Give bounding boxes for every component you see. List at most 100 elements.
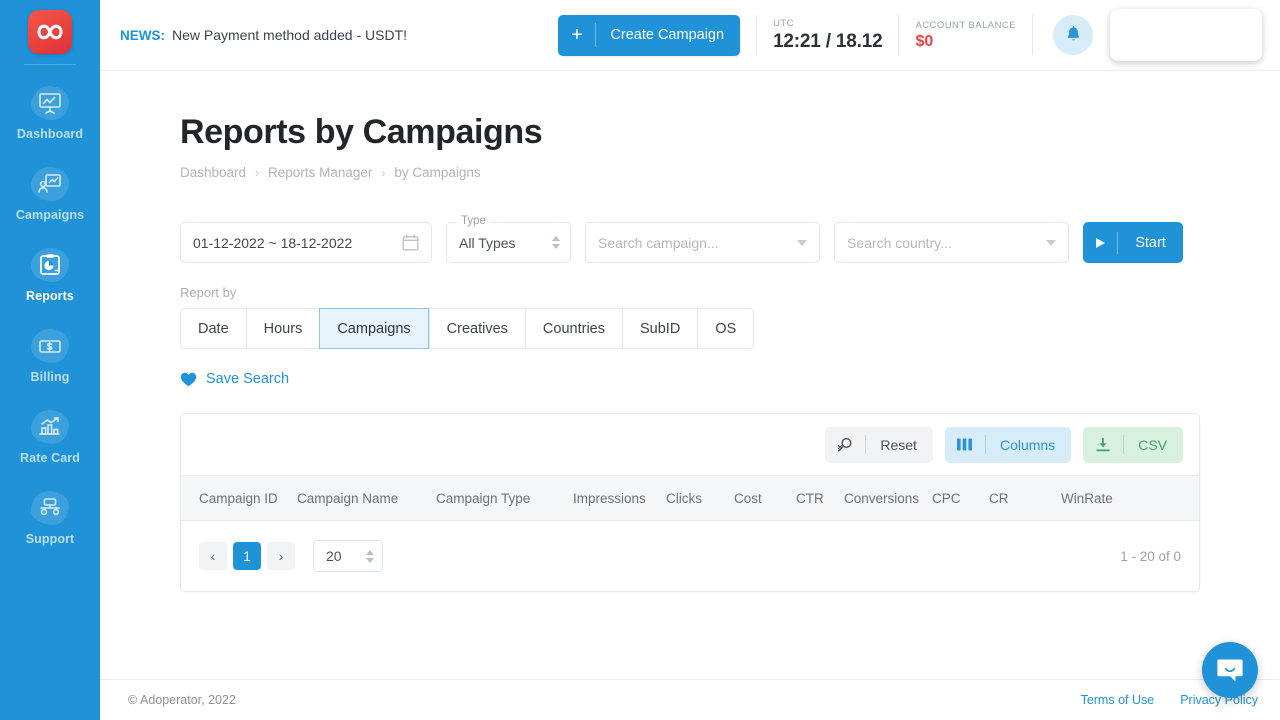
tab-os[interactable]: OS — [697, 308, 755, 349]
filters-bar: 01-12-2022 ~ 18-12-2022 Type All Types S… — [180, 215, 1280, 263]
date-range-picker[interactable]: 01-12-2022 ~ 18-12-2022 — [180, 222, 432, 263]
breadcrumb: Dashboard › Reports Manager › by Campaig… — [180, 165, 1280, 180]
rows-per-page-value: 20 — [326, 548, 342, 564]
chevron-down-icon — [797, 239, 807, 246]
presentation-chart-icon — [27, 84, 73, 122]
save-search-button[interactable]: Save Search — [180, 371, 289, 387]
table-header-row: Campaign ID Campaign Name Campaign Type … — [181, 475, 1199, 521]
save-search-label: Save Search — [206, 371, 290, 387]
sidebar-item-rate-card[interactable]: Rate Card — [0, 395, 100, 476]
column-header-winrate[interactable]: WinRate — [1061, 491, 1113, 506]
column-header-clicks[interactable]: Clicks — [666, 491, 734, 506]
create-campaign-label: Create Campaign — [610, 27, 725, 43]
user-menu-card[interactable] — [1110, 9, 1262, 61]
csv-export-label: CSV — [1138, 436, 1167, 453]
sidebar-item-label: Dashboard — [16, 127, 84, 141]
sidebar-item-billing[interactable]: Billing — [0, 314, 100, 395]
breadcrumb-item-reports-manager[interactable]: Reports Manager — [268, 165, 372, 180]
tab-creatives[interactable]: Creatives — [428, 308, 525, 349]
bell-icon — [1067, 26, 1079, 41]
news-banner: NEWS: New Payment method added - USDT! — [120, 27, 407, 43]
date-range-value: 01-12-2022 ~ 18-12-2022 — [193, 234, 353, 251]
column-header-conversions[interactable]: Conversions — [844, 491, 932, 506]
pagination-page-1[interactable]: 1 — [233, 542, 261, 570]
plus-icon: + — [558, 23, 597, 47]
chat-widget-button[interactable] — [1202, 642, 1258, 698]
reset-button-label: Reset — [880, 436, 917, 453]
terms-of-use-link[interactable]: Terms of Use — [1081, 693, 1155, 707]
sidebar-item-label: Campaigns — [15, 208, 85, 222]
type-select-value: All Types — [459, 234, 516, 251]
topbar-right: + Create Campaign UTC 12:21 / 18.12 ACCO… — [558, 9, 1262, 61]
utc-caption: UTC — [773, 17, 794, 29]
headset-support-icon — [27, 489, 73, 527]
tab-subid[interactable]: SubID — [621, 308, 698, 349]
heart-icon — [180, 372, 197, 386]
sidebar-divider — [24, 64, 76, 65]
campaign-search-placeholder: Search campaign... — [598, 234, 719, 251]
banknote-icon — [27, 327, 73, 365]
type-select-legend: Type — [457, 215, 490, 227]
pagination-prev-button[interactable]: ‹ — [199, 542, 227, 570]
column-header-ctr[interactable]: CTR — [796, 491, 844, 506]
column-header-campaign-type[interactable]: Campaign Type — [436, 491, 573, 506]
utc-time-value: 12:21 / 18.12 — [773, 30, 883, 52]
country-search-select[interactable]: Search country... — [834, 222, 1069, 263]
campaign-search-select[interactable]: Search campaign... — [585, 222, 820, 263]
create-campaign-button[interactable]: + Create Campaign — [558, 14, 741, 56]
sidebar-item-dashboard[interactable]: Dashboard — [0, 71, 100, 152]
start-button[interactable]: Start — [1083, 222, 1183, 263]
columns-button-label: Columns — [999, 436, 1056, 453]
calendar-icon — [402, 234, 419, 251]
app-root: Dashboard Campaigns Reports Billing Rate… — [0, 0, 1280, 720]
country-search-placeholder: Search country... — [847, 234, 952, 251]
account-balance-caption: ACCOUNT BALANCE — [915, 19, 1016, 31]
page-footer: © Adoperator, 2022 Terms of Use Privacy … — [100, 679, 1280, 720]
column-header-cost[interactable]: Cost — [734, 491, 796, 506]
table-footer: ‹ 1 › 20 1 - 20 of 0 — [181, 521, 1199, 591]
tab-campaigns[interactable]: Campaigns — [319, 308, 429, 349]
sidebar: Dashboard Campaigns Reports Billing Rate… — [0, 0, 100, 720]
sidebar-item-label: Reports — [26, 289, 74, 303]
columns-icon — [945, 437, 985, 452]
pagination-range-text: 1 - 20 of 0 — [1120, 548, 1181, 564]
sidebar-item-label: Rate Card — [20, 451, 80, 465]
topbar-divider — [898, 15, 900, 55]
tab-hours[interactable]: Hours — [245, 308, 320, 349]
column-header-cr[interactable]: CR — [989, 491, 1061, 506]
topbar-divider — [756, 15, 758, 55]
reset-button[interactable]: Reset — [825, 426, 933, 463]
type-select[interactable]: Type All Types — [446, 215, 571, 263]
notifications-button[interactable] — [1053, 15, 1093, 55]
utc-clock: UTC 12:21 / 18.12 — [773, 17, 883, 53]
breadcrumb-item-by-campaigns: by Campaigns — [394, 165, 481, 180]
pagination-next-button[interactable]: › — [267, 542, 295, 570]
columns-button[interactable]: Columns — [944, 426, 1072, 463]
adoperator-logo[interactable] — [28, 10, 72, 54]
sidebar-item-reports[interactable]: Reports — [0, 233, 100, 314]
topbar: NEWS: New Payment method added - USDT! +… — [100, 0, 1280, 71]
breadcrumb-separator-icon: › — [255, 165, 260, 180]
updown-spinner-icon — [366, 549, 374, 563]
tab-date[interactable]: Date — [180, 308, 246, 349]
column-header-cpc[interactable]: CPC — [932, 491, 989, 506]
column-header-campaign-name[interactable]: Campaign Name — [297, 491, 436, 506]
rows-per-page-stepper[interactable]: 20 — [313, 540, 383, 572]
reports-table-card: Reset Columns CSV Campaign ID Campaign N… — [180, 413, 1200, 592]
tab-countries[interactable]: Countries — [524, 308, 622, 349]
column-header-impressions[interactable]: Impressions — [573, 491, 666, 506]
sidebar-item-label: Support — [25, 532, 75, 546]
breadcrumb-item-dashboard[interactable]: Dashboard — [180, 165, 246, 180]
sidebar-item-support[interactable]: Support — [0, 476, 100, 557]
column-header-campaign-id[interactable]: Campaign ID — [181, 491, 297, 506]
csv-export-button[interactable]: CSV — [1083, 426, 1183, 463]
account-balance-value: $0 — [915, 32, 934, 50]
breadcrumb-separator-icon: › — [381, 165, 386, 180]
topbar-divider — [1032, 15, 1033, 55]
campaign-chart-icon — [27, 165, 73, 203]
sidebar-item-campaigns[interactable]: Campaigns — [0, 152, 100, 233]
download-icon — [1083, 437, 1123, 453]
main-column: NEWS: New Payment method added - USDT! +… — [100, 0, 1280, 720]
report-by-tabs: Date Hours Campaigns Creatives Countries… — [180, 308, 755, 349]
clipboard-piechart-icon — [27, 246, 73, 284]
